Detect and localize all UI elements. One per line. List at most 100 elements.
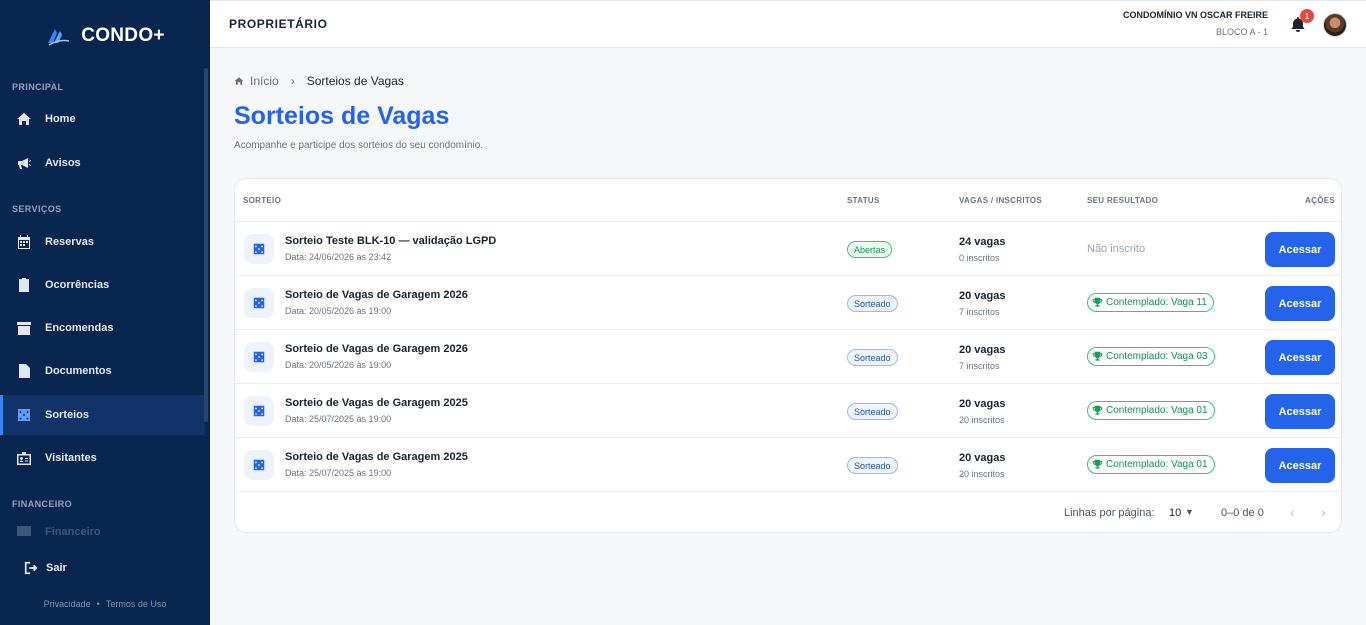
visitor-badge-icon (17, 452, 31, 465)
acessar-button[interactable]: Acessar (1265, 394, 1335, 429)
sidebar-item-label: Visitantes (45, 452, 97, 464)
sidebar-item-home[interactable]: Home (0, 99, 205, 139)
sidebar-item-label: Home (45, 113, 76, 125)
column-header-sorteio: SORTEIO (243, 196, 282, 205)
result-text: Não inscrito (1087, 243, 1146, 255)
sidebar-item-label: Reservas (45, 236, 94, 248)
chevron-down-icon[interactable]: ▼ (1185, 507, 1194, 517)
sidebar-item-label: Encomendas (45, 322, 114, 334)
table-row: Sorteio Teste BLK-10 — validação LGPD Da… (235, 222, 1341, 276)
rows-per-page-select[interactable]: 10 (1169, 507, 1181, 519)
dice-icon (244, 450, 274, 480)
avatar[interactable] (1323, 13, 1347, 37)
sorteio-date: Data: 25/07/2025 às 19:00 (285, 414, 392, 424)
vagas-count: 20 vagas (959, 344, 1006, 356)
sorteio-date: Data: 20/05/2026 às 19:00 (285, 306, 392, 316)
inscritos-count: 7 inscritos (959, 307, 1000, 317)
inscritos-count: 20 inscritos (959, 469, 1005, 479)
sidebar-scrollbar[interactable] (204, 68, 208, 422)
sorteios-table-card: SORTEIO STATUS VAGAS / INSCRITOS SEU RES… (234, 178, 1342, 533)
sidebar: CONDO+ PRINCIPAL Home Avisos SERVIÇOS Re… (0, 0, 210, 625)
breadcrumb-current: Sorteios de Vagas (306, 74, 404, 88)
vagas-count: 24 vagas (959, 236, 1006, 248)
section-principal: PRINCIPAL (12, 82, 64, 92)
dice-icon (244, 288, 274, 318)
privacy-link[interactable]: Privacidade (44, 599, 91, 609)
status-badge: Sorteado (847, 403, 898, 420)
terms-link[interactable]: Termos de Uso (106, 599, 167, 609)
trophy-icon (1092, 351, 1103, 361)
status-badge: Sorteado (847, 457, 898, 474)
logout-icon (24, 561, 38, 575)
topbar: PROPRIETÁRIO CONDOMÍNIO VN OSCAR FREIRE … (210, 0, 1366, 48)
result-badge: Contemplado: Vaga 01 (1087, 401, 1215, 420)
inscritos-count: 7 inscritos (959, 361, 1000, 371)
chevron-right-icon[interactable]: › (1321, 504, 1326, 520)
vagas-count: 20 vagas (959, 452, 1006, 464)
page-subtitle: Acompanhe e participe dos sorteios do se… (234, 140, 484, 151)
sorteio-date: Data: 25/07/2025 às 19:00 (285, 468, 392, 478)
condo-logo-icon (48, 29, 70, 46)
vagas-count: 20 vagas (959, 398, 1006, 410)
sidebar-item-ocorrencias[interactable]: Ocorrências (0, 265, 205, 305)
column-header-status: STATUS (847, 196, 880, 205)
column-header-resultado: SEU RESULTADO (1087, 196, 1159, 205)
sorteio-date: Data: 24/06/2026 às 23:42 (285, 252, 392, 262)
result-text: Contemplado: Vaga 01 (1106, 405, 1208, 416)
sidebar-item-sorteios[interactable]: Sorteios (0, 395, 205, 435)
clipboard-icon (19, 278, 29, 292)
result-text: Contemplado: Vaga 11 (1106, 297, 1207, 308)
notification-count-badge: 1 (1300, 9, 1314, 23)
sorteio-title: Sorteio de Vagas de Garagem 2026 (285, 289, 468, 301)
dice-icon (18, 409, 30, 421)
sidebar-item-label: Financeiro (45, 526, 101, 538)
condo-name[interactable]: CONDOMÍNIO VN OSCAR FREIRE (1123, 10, 1268, 20)
sidebar-item-visitantes[interactable]: Visitantes (0, 438, 205, 478)
table-row: Sorteio de Vagas de Garagem 2026 Data: 2… (235, 276, 1341, 330)
chevron-left-icon[interactable]: ‹ (1290, 504, 1295, 520)
acessar-button[interactable]: Acessar (1265, 232, 1335, 267)
sidebar-item-reservas[interactable]: Reservas (0, 222, 205, 262)
status-badge: Sorteado (847, 295, 898, 312)
result-text: Contemplado: Vaga 03 (1106, 351, 1208, 362)
sidebar-item-label: Ocorrências (45, 279, 110, 291)
section-servicos: SERVIÇOS (12, 204, 62, 214)
unit-name: BLOCO A - 1 (1215, 27, 1268, 37)
sidebar-item-financeiro[interactable]: Financeiro (0, 516, 205, 538)
section-financeiro: FINANCEIRO (12, 499, 72, 509)
acessar-button[interactable]: Acessar (1265, 448, 1335, 483)
footer-separator: • (96, 599, 100, 609)
logout-button[interactable]: Sair (0, 552, 210, 584)
wallet-icon (17, 526, 31, 536)
sidebar-footer: Privacidade • Termos de Uso (0, 599, 210, 609)
sorteio-title: Sorteio de Vagas de Garagem 2025 (285, 397, 468, 409)
sorteio-title: Sorteio de Vagas de Garagem 2026 (285, 343, 468, 355)
user-role: PROPRIETÁRIO (229, 17, 328, 31)
inscritos-count: 20 inscritos (959, 415, 1005, 425)
inscritos-count: 0 inscritos (959, 253, 1000, 263)
brand[interactable]: CONDO+ (0, 0, 210, 72)
sidebar-item-avisos[interactable]: Avisos (0, 143, 205, 183)
breadcrumb-home[interactable]: Início (250, 74, 279, 88)
acessar-button[interactable]: Acessar (1265, 286, 1335, 321)
archive-box-icon (17, 322, 31, 335)
dice-icon (244, 234, 274, 264)
result-badge: Contemplado: Vaga 01 (1087, 455, 1215, 474)
acessar-button[interactable]: Acessar (1265, 340, 1335, 375)
page-title: Sorteios de Vagas (234, 102, 450, 130)
breadcrumb: Início › Sorteios de Vagas (234, 74, 404, 88)
home-icon (234, 77, 244, 85)
logout-label: Sair (46, 562, 67, 574)
pagination-range: 0–0 de 0 (1221, 507, 1264, 519)
sidebar-item-documentos[interactable]: Documentos (0, 351, 205, 391)
trophy-icon (1092, 405, 1103, 415)
sidebar-item-encomendas[interactable]: Encomendas (0, 308, 205, 348)
vagas-count: 20 vagas (959, 290, 1006, 302)
trophy-icon (1092, 459, 1103, 469)
status-badge: Sorteado (847, 349, 898, 366)
document-icon (19, 364, 30, 378)
result-text: Contemplado: Vaga 01 (1106, 459, 1208, 470)
sorteio-date: Data: 20/05/2026 às 19:00 (285, 360, 392, 370)
dice-icon (244, 396, 274, 426)
rows-per-page-label: Linhas por página: (1064, 507, 1155, 519)
